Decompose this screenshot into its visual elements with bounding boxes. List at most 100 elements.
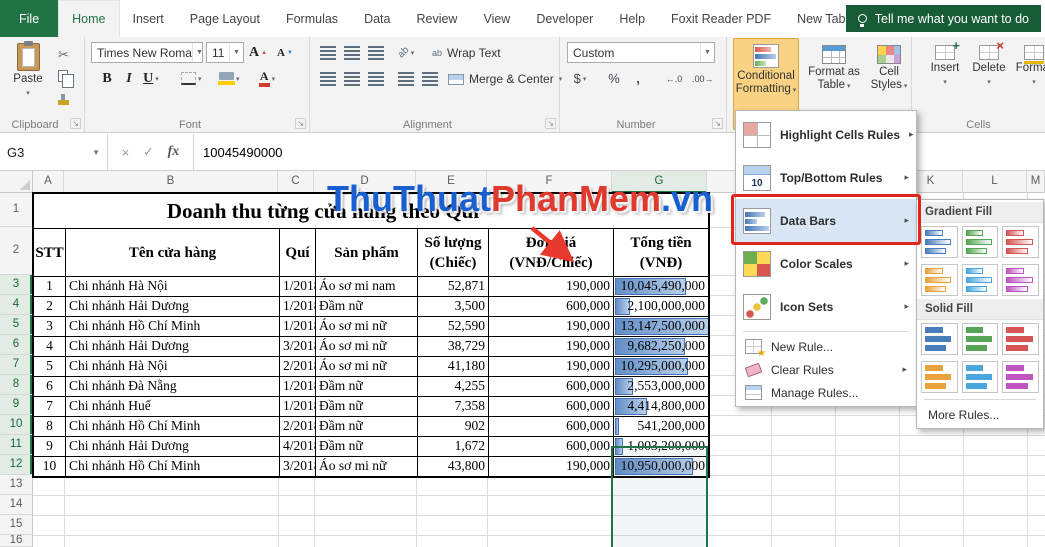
cell-F4[interactable]: 600,000 <box>488 296 613 316</box>
cell-F5[interactable]: 190,000 <box>488 316 613 336</box>
row-header-13[interactable]: 13 <box>0 475 32 495</box>
row-header-5[interactable]: 5 <box>0 315 32 335</box>
decrease-decimal-button[interactable]: .00→ <box>692 68 714 89</box>
cell-F11[interactable]: 600,000 <box>488 436 613 456</box>
cell-D12[interactable]: Áo sơ mi nữ <box>315 456 417 476</box>
cell-F7[interactable]: 190,000 <box>488 356 613 376</box>
cell-A3[interactable]: 1 <box>34 276 65 296</box>
cell-E6[interactable]: 38,729 <box>417 336 488 356</box>
cell-B9[interactable]: Chi nhánh Huế <box>65 396 279 416</box>
alignment-dialog-launcher[interactable]: ↘ <box>545 118 556 129</box>
name-box[interactable]: G3 ▼ <box>0 134 108 170</box>
cell-D10[interactable]: Đầm nữ <box>315 416 417 436</box>
data-bar-swatch-solid-blue[interactable] <box>921 323 958 355</box>
align-left-button[interactable] <box>318 68 338 89</box>
column-header-a[interactable]: A <box>33 171 64 193</box>
cell-A7[interactable]: 5 <box>34 356 65 376</box>
row-header-16[interactable]: 16 <box>0 535 32 547</box>
cell-G7[interactable]: 10,295,000,000 <box>613 356 708 376</box>
data-bar-swatch-gradient-green[interactable] <box>961 226 999 258</box>
cell-E4[interactable]: 3,500 <box>417 296 488 316</box>
cell-A9[interactable]: 7 <box>34 396 65 416</box>
cell-F12[interactable]: 190,000 <box>488 456 613 476</box>
row-header-4[interactable]: 4 <box>0 295 32 315</box>
cell-A12[interactable]: 10 <box>34 456 65 476</box>
cell-D11[interactable]: Đầm nữ <box>315 436 417 456</box>
formula-input[interactable]: 10045490000 <box>194 134 1045 170</box>
cell-G5[interactable]: 13,147,500,000 <box>613 316 708 336</box>
data-bar-swatch-gradient-red[interactable] <box>1002 226 1040 258</box>
italic-button[interactable]: I <box>119 68 139 89</box>
ribbon-tab-formulas[interactable]: Formulas <box>273 0 351 37</box>
decrease-indent-button[interactable] <box>396 68 416 89</box>
data-bar-swatch-gradient-purple[interactable] <box>1002 264 1040 296</box>
merge-center-button[interactable]: Merge & Center ▾ <box>448 68 562 90</box>
cell-F9[interactable]: 600,000 <box>488 396 613 416</box>
borders-button[interactable]: ▾ <box>181 68 202 89</box>
cell-A6[interactable]: 4 <box>34 336 65 356</box>
cell-D9[interactable]: Đầm nữ <box>315 396 417 416</box>
cell-C3[interactable]: 1/2018 <box>279 276 315 296</box>
increase-indent-button[interactable] <box>420 68 440 89</box>
cell-B3[interactable]: Chi nhánh Hà Nội <box>65 276 279 296</box>
cut-button[interactable]: ✂ <box>58 44 80 64</box>
cell-C7[interactable]: 2/2018 <box>279 356 315 376</box>
wrap-text-button[interactable]: Wrap Text <box>432 42 501 64</box>
underline-button[interactable]: U ▾ <box>141 68 161 89</box>
row-header-6[interactable]: 6 <box>0 335 32 355</box>
cf-menu-item-new-rule[interactable]: New Rule... <box>736 335 916 359</box>
column-header-b[interactable]: B <box>64 171 278 193</box>
ribbon-tab-view[interactable]: View <box>470 0 523 37</box>
cell-C2[interactable]: Quí <box>279 229 315 276</box>
cell-B10[interactable]: Chi nhánh Hồ Chí Minh <box>65 416 279 436</box>
cf-menu-item-data-bars[interactable]: Data Bars ▸ <box>736 199 916 242</box>
align-top-button[interactable] <box>318 42 338 63</box>
cell-A5[interactable]: 3 <box>34 316 65 336</box>
cell-B5[interactable]: Chi nhánh Hồ Chí Minh <box>65 316 279 336</box>
more-rules-item[interactable]: More Rules... <box>917 403 1043 426</box>
row-header-7[interactable]: 7 <box>0 355 32 375</box>
increase-decimal-button[interactable]: ←.0 <box>664 68 684 89</box>
cell-C12[interactable]: 3/2018 <box>279 456 315 476</box>
cell-B8[interactable]: Chi nhánh Đà Nẵng <box>65 376 279 396</box>
font-size-combobox[interactable]: 11 ▼ <box>206 42 244 63</box>
copy-button[interactable] <box>58 66 80 88</box>
row-header-15[interactable]: 15 <box>0 515 32 535</box>
cell-E3[interactable]: 52,871 <box>417 276 488 296</box>
align-right-button[interactable] <box>366 68 386 89</box>
cell-E9[interactable]: 7,358 <box>417 396 488 416</box>
cell-C9[interactable]: 1/2018 <box>279 396 315 416</box>
delete-cells-button[interactable]: Delete▾ <box>970 38 1008 117</box>
cell-C8[interactable]: 1/2018 <box>279 376 315 396</box>
row-header-14[interactable]: 14 <box>0 495 32 515</box>
data-bar-swatch-solid-light-blue[interactable] <box>961 361 999 393</box>
increase-font-size-button[interactable]: A ▲ <box>248 42 268 63</box>
cell-D6[interactable]: Áo sơ mi nữ <box>315 336 417 356</box>
number-dialog-launcher[interactable]: ↘ <box>712 118 723 129</box>
cell-C11[interactable]: 4/2018 <box>279 436 315 456</box>
cell-G9[interactable]: 4,414,800,000 <box>613 396 708 416</box>
cell-D3[interactable]: Áo sơ mi nam <box>315 276 417 296</box>
format-cells-button[interactable]: Format▾ <box>1014 39 1045 117</box>
cf-menu-item-manage-rules[interactable]: Manage Rules... <box>736 381 916 404</box>
cell-B11[interactable]: Chi nhánh Hải Dương <box>65 436 279 456</box>
cell-A2[interactable]: STT <box>34 229 65 276</box>
cell-F10[interactable]: 600,000 <box>488 416 613 436</box>
row-header-12[interactable]: 12 <box>0 455 32 475</box>
cell-G4[interactable]: 2,100,000,000 <box>613 296 708 316</box>
ribbon-tab-foxit-reader-pdf[interactable]: Foxit Reader PDF <box>658 0 784 37</box>
data-bar-swatch-solid-red[interactable] <box>1002 323 1040 355</box>
ribbon-tab-file[interactable]: File <box>0 0 59 37</box>
insert-cells-button[interactable]: Insert▾ <box>926 38 964 117</box>
cell-F8[interactable]: 600,000 <box>488 376 613 396</box>
cell-D7[interactable]: Áo sơ mi nữ <box>315 356 417 376</box>
cell-C5[interactable]: 1/2018 <box>279 316 315 336</box>
fill-color-button[interactable]: ▾ <box>218 68 240 89</box>
cell-C10[interactable]: 2/2018 <box>279 416 315 436</box>
format-painter-button[interactable] <box>58 89 80 109</box>
data-bar-swatch-solid-green[interactable] <box>961 323 999 355</box>
cell-G10[interactable]: 541,200,000 <box>613 416 708 436</box>
cell-C4[interactable]: 1/2018 <box>279 296 315 316</box>
ribbon-tab-developer[interactable]: Developer <box>523 0 606 37</box>
ribbon-tab-page-layout[interactable]: Page Layout <box>177 0 273 37</box>
